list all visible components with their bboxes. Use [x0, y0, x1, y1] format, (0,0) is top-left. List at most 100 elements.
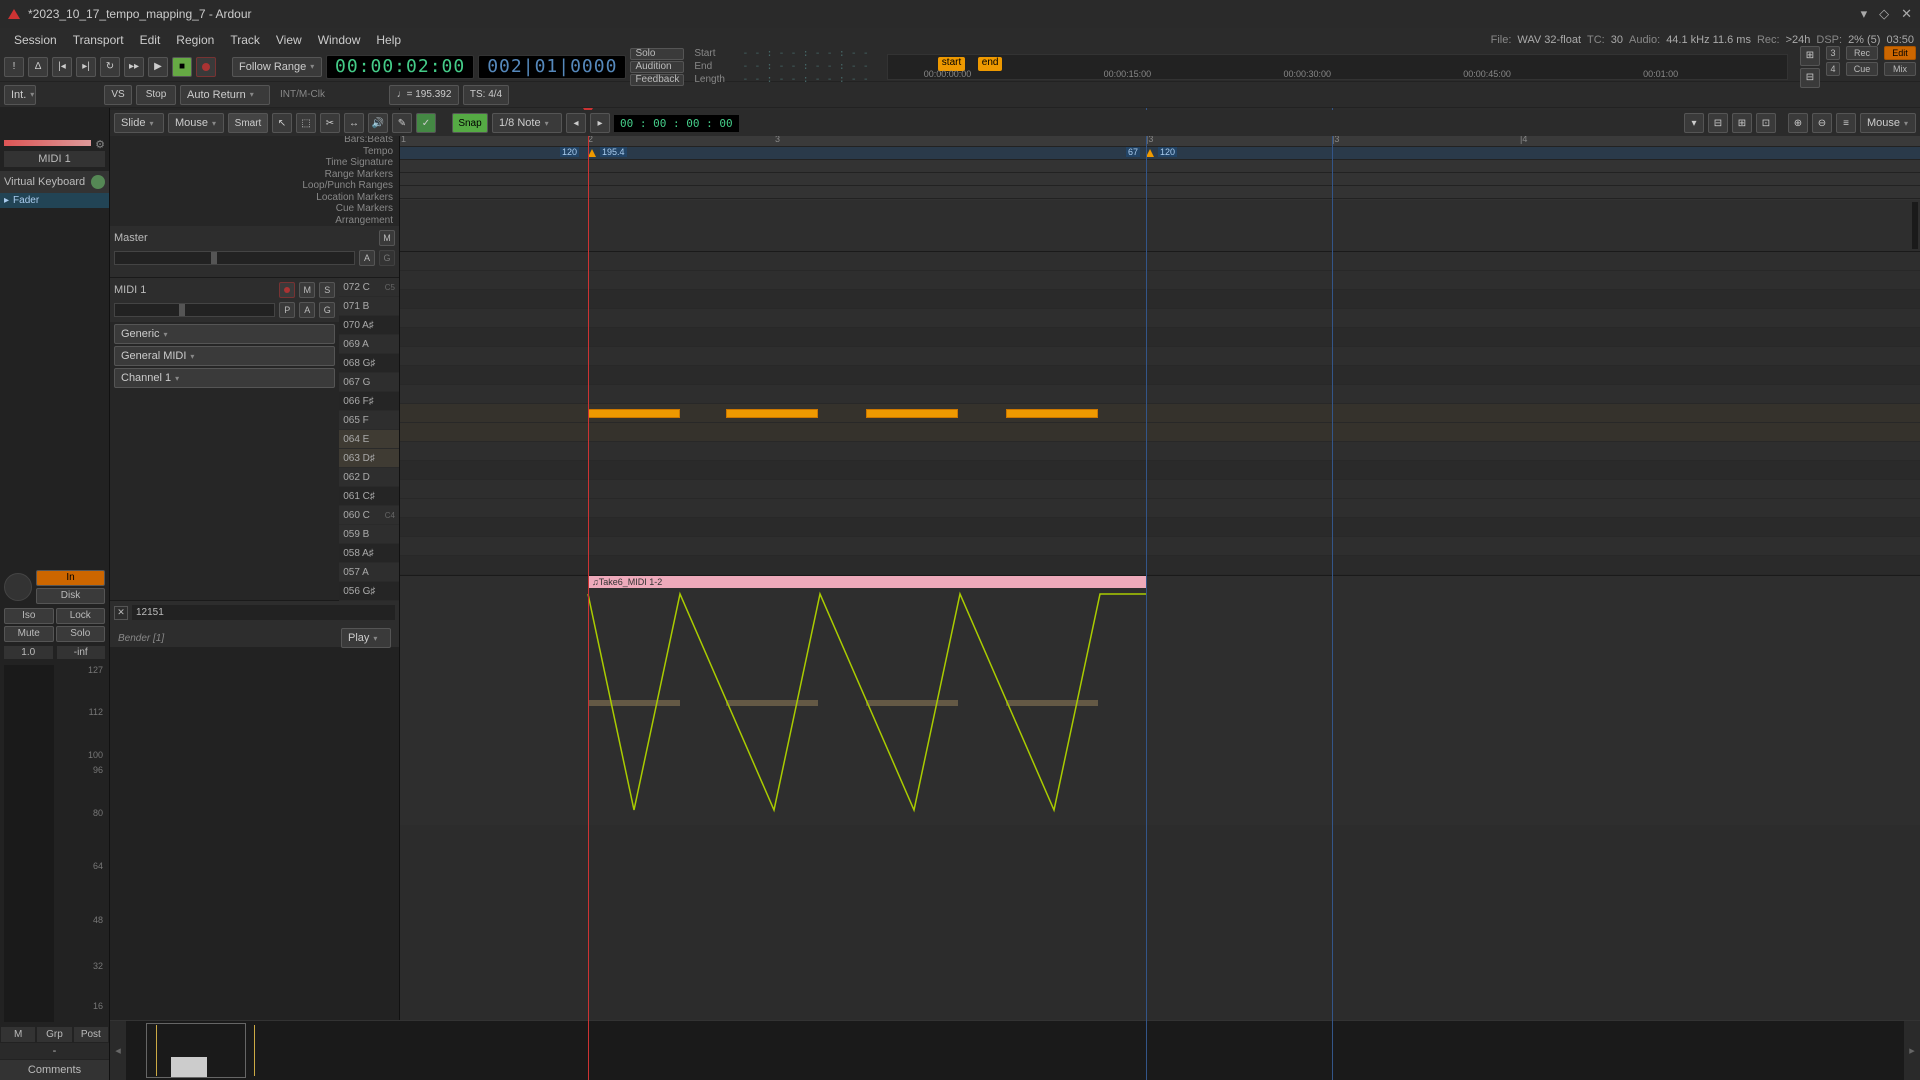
ruler-label-range[interactable]: Range Markers: [325, 169, 393, 180]
zoom-fit-button[interactable]: ⊡: [1756, 113, 1776, 133]
key-label[interactable]: 067 G: [339, 373, 399, 392]
varispeed-button[interactable]: VS: [104, 85, 132, 105]
zoom-focus-selector[interactable]: Mouse: [1860, 113, 1916, 133]
secondary-clock[interactable]: 002|01|0000: [478, 55, 626, 79]
key-label[interactable]: 066 F♯: [339, 392, 399, 411]
play-range-button[interactable]: ▸▸: [124, 57, 144, 77]
iso-button[interactable]: Iso: [4, 608, 54, 624]
midi-note[interactable]: [866, 409, 958, 418]
strip-settings-icon[interactable]: ⚙: [95, 138, 105, 151]
layout-1-button[interactable]: ⊞: [1800, 46, 1820, 66]
midi-note[interactable]: [588, 409, 680, 418]
window-maximize-icon[interactable]: ◇: [1879, 6, 1889, 22]
comments-button[interactable]: Comments: [0, 1059, 109, 1080]
channel-selector[interactable]: Channel 1: [114, 368, 335, 388]
midi-input-icon[interactable]: [91, 175, 105, 189]
shrink-tracks-button[interactable]: ⊖: [1812, 113, 1832, 133]
mode-rec-button[interactable]: Rec: [1846, 46, 1878, 60]
midi-rec-button[interactable]: [279, 282, 295, 298]
master-fader[interactable]: [114, 251, 355, 265]
summary-scroll-right[interactable]: ▸: [1904, 1021, 1920, 1080]
key-label[interactable]: 061 C♯: [339, 487, 399, 506]
mode-edit-button[interactable]: Edit: [1884, 46, 1916, 60]
nudge-clock[interactable]: 00 : 00 : 00 : 00: [614, 115, 739, 132]
key-label[interactable]: 059 B: [339, 525, 399, 544]
midi-solo-button[interactable]: S: [319, 282, 335, 298]
midi-g-button[interactable]: G: [319, 302, 335, 318]
midi-note[interactable]: [1006, 409, 1098, 418]
midi-track-lane[interactable]: [400, 252, 1920, 575]
note-row[interactable]: [400, 252, 1920, 271]
tempo-marker-4[interactable]: 120: [1158, 147, 1177, 157]
layout-2-button[interactable]: ⊟: [1800, 68, 1820, 88]
zoom-in-button[interactable]: ⊞: [1732, 113, 1752, 133]
note-row[interactable]: [400, 499, 1920, 518]
master-name[interactable]: Master: [114, 232, 375, 244]
key-label[interactable]: 068 G♯: [339, 354, 399, 373]
ruler-label-tempo[interactable]: Tempo: [363, 146, 393, 157]
edit-mode-selector[interactable]: Slide: [114, 113, 164, 133]
strip-record-button[interactable]: [4, 573, 32, 601]
feedback-alert[interactable]: Feedback: [630, 74, 684, 86]
layout-num-4[interactable]: 4: [1826, 62, 1840, 76]
menu-window[interactable]: Window: [310, 31, 369, 49]
nudge-next-button[interactable]: ▸: [590, 113, 610, 133]
audition-tool-button[interactable]: 🔊: [368, 113, 388, 133]
menu-help[interactable]: Help: [368, 31, 409, 49]
goto-start-button[interactable]: |◂: [52, 57, 72, 77]
menu-track[interactable]: Track: [222, 31, 268, 49]
stop-button[interactable]: ■: [172, 57, 192, 77]
midi-fader[interactable]: [114, 303, 275, 317]
editor-canvas[interactable]: 1 2 3 |3 |3 |4 120 195.4 67 120: [400, 108, 1920, 1080]
note-row[interactable]: [400, 556, 1920, 575]
fader-processor[interactable]: ▸Fader: [0, 193, 109, 208]
note-row[interactable]: [400, 480, 1920, 499]
instrument-selector[interactable]: Generic: [114, 324, 335, 344]
summary-scroll-left[interactable]: ◂: [110, 1021, 126, 1080]
goto-end-button[interactable]: ▸|: [76, 57, 96, 77]
monitor-disk-button[interactable]: Disk: [36, 588, 105, 604]
group-button[interactable]: Grp: [36, 1026, 72, 1043]
range-tool-button[interactable]: ⬚: [296, 113, 316, 133]
note-row[interactable]: [400, 366, 1920, 385]
summary-view[interactable]: ◂ ▸: [110, 1020, 1920, 1080]
monitor-in-button[interactable]: In: [36, 570, 105, 586]
midi-panic-button[interactable]: !: [4, 57, 24, 77]
zoom-selector-button[interactable]: ▾: [1684, 113, 1704, 133]
tempo-marker-1[interactable]: 120: [560, 147, 579, 157]
ruler-label-arrangement[interactable]: Arrangement: [335, 215, 393, 226]
audition-alert[interactable]: Audition: [630, 61, 684, 73]
tempo-flag-2-icon[interactable]: [1146, 149, 1154, 157]
processor-box[interactable]: [0, 208, 109, 566]
peak-value[interactable]: -inf: [57, 646, 106, 659]
mute-button[interactable]: Mute: [4, 626, 54, 642]
lock-button[interactable]: Lock: [56, 608, 106, 624]
note-row[interactable]: [400, 461, 1920, 480]
layout-num-3[interactable]: 3: [1826, 46, 1840, 60]
menu-transport[interactable]: Transport: [65, 31, 132, 49]
play-button[interactable]: ▶: [148, 57, 168, 77]
ruler-tempo[interactable]: 120 195.4 67 120: [400, 147, 1920, 160]
stop2-button[interactable]: Stop: [136, 85, 176, 105]
snap-toggle-button[interactable]: Snap: [452, 113, 488, 133]
tempo-marker-2[interactable]: 195.4: [600, 147, 627, 157]
grid-selector[interactable]: 1/8 Note: [492, 113, 562, 133]
gain-value[interactable]: 1.0: [4, 646, 53, 659]
key-label[interactable]: 062 D: [339, 468, 399, 487]
follow-range-selector[interactable]: Follow Range: [232, 57, 322, 77]
timesig-display[interactable]: TS: 4/4: [463, 85, 509, 105]
key-label[interactable]: 060 CC4: [339, 506, 399, 525]
track-height-button[interactable]: ≡: [1836, 113, 1856, 133]
meter-post-button[interactable]: Post: [73, 1026, 109, 1043]
master-a-button[interactable]: A: [359, 250, 375, 266]
ruler-label-cue[interactable]: Cue Markers: [336, 203, 393, 214]
ruler-range[interactable]: [400, 173, 1920, 186]
automation-close-button[interactable]: ✕: [114, 606, 128, 620]
tempo-display[interactable]: ♩= 195.392: [389, 85, 459, 105]
record-button[interactable]: [196, 57, 216, 77]
mode-mix-button[interactable]: Mix: [1884, 62, 1916, 76]
menu-session[interactable]: Session: [6, 31, 65, 49]
midi-track-header[interactable]: MIDI 1 M S P A G Generic General MIDI Ch…: [110, 278, 399, 601]
midi-note[interactable]: [726, 409, 818, 418]
key-label[interactable]: 065 F: [339, 411, 399, 430]
